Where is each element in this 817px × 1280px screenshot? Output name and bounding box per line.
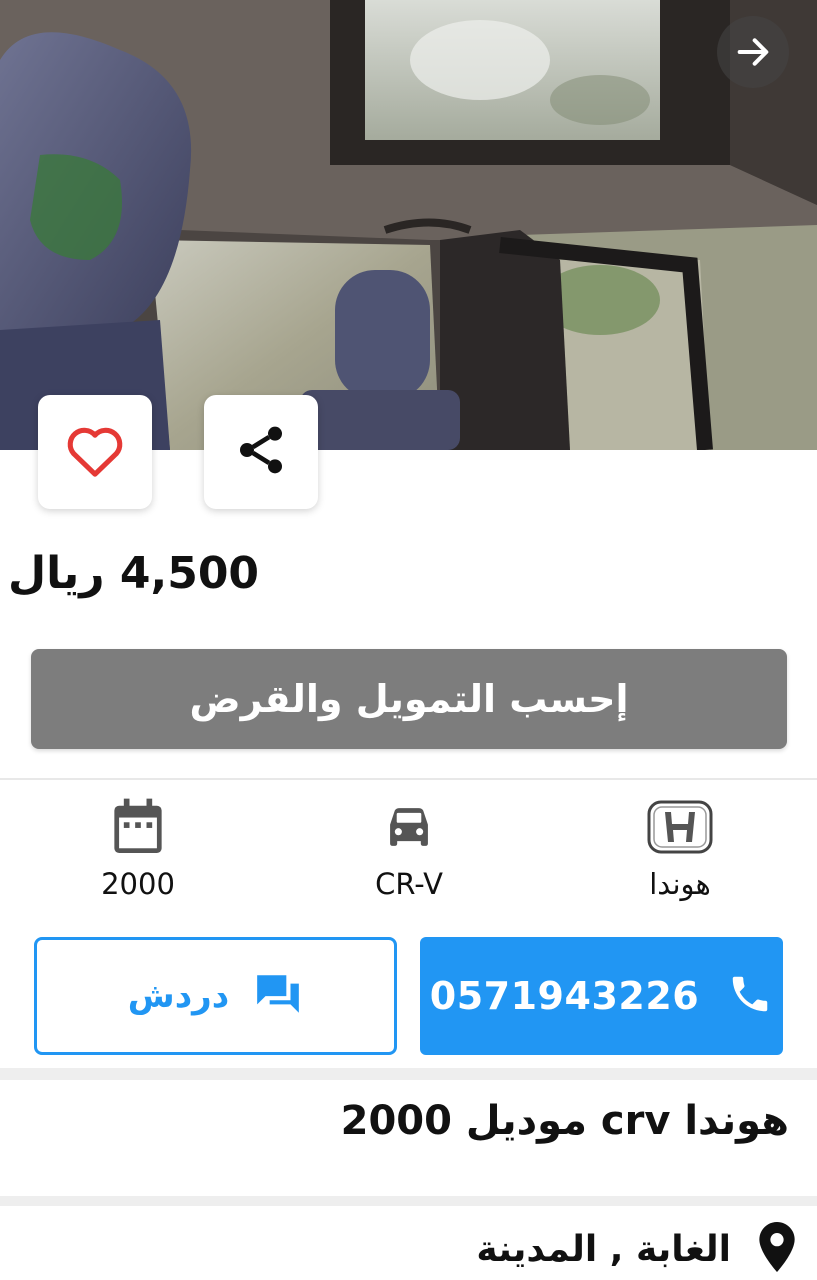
spec-brand-label: هوندا [649, 867, 711, 901]
honda-logo-icon [580, 795, 780, 859]
listing-title: هوندا crv موديل 2000 [340, 1098, 789, 1144]
chat-icon [253, 969, 303, 1023]
spec-year: 2000 [38, 795, 238, 901]
calendar-icon [38, 795, 238, 859]
spec-brand: هوندا [580, 795, 780, 901]
section-divider [0, 1196, 817, 1206]
location-row[interactable]: الغابة , المدينة [476, 1222, 795, 1276]
chat-label: دردش [127, 976, 230, 1016]
spec-year-label: 2000 [101, 867, 175, 901]
call-button[interactable]: 0571943226 [420, 937, 783, 1055]
back-button[interactable] [717, 16, 789, 88]
divider [0, 778, 817, 780]
car-interior-photo [0, 0, 817, 450]
phone-icon [727, 971, 773, 1021]
heart-outline-icon [64, 422, 126, 482]
price: 4,500 ريال [8, 548, 260, 599]
arrow-right-icon [733, 32, 773, 72]
spec-model-label: CR-V [375, 867, 443, 901]
favorite-button[interactable] [38, 395, 152, 509]
listing-photo[interactable] [0, 0, 817, 450]
phone-number: 0571943226 [429, 974, 700, 1018]
location-text: الغابة , المدينة [476, 1228, 731, 1270]
location-pin-icon [759, 1222, 795, 1276]
spec-model: CR-V [309, 795, 509, 901]
section-divider [0, 1068, 817, 1080]
finance-calculator-button[interactable]: إحسب التمويل والقرض [31, 649, 787, 749]
share-icon [233, 420, 289, 484]
share-button[interactable] [204, 395, 318, 509]
chat-button[interactable]: دردش [34, 937, 397, 1055]
car-icon [309, 795, 509, 859]
